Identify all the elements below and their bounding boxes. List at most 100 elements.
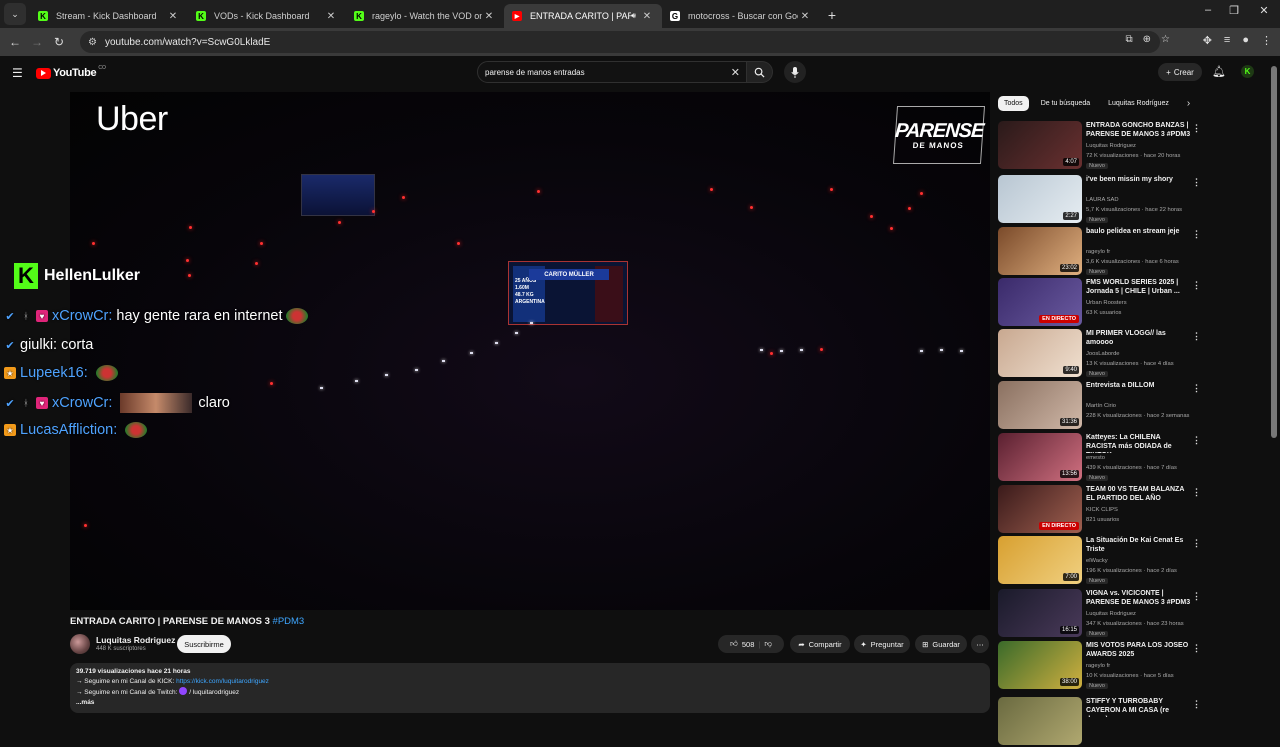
tab-search-button[interactable]: ⌄ — [4, 3, 26, 25]
description-box[interactable]: 39.719 visualizaciones hace 21 horas → S… — [70, 663, 990, 713]
recommendation-title[interactable]: FMS WORLD SERIES 2025 | Jornada 5 | CHIL… — [1086, 278, 1192, 296]
browser-tab[interactable]: K Stream - Kick Dashboard ✕ — [30, 4, 188, 28]
recommendation-channel[interactable]: rageylo fr — [1086, 249, 1110, 255]
recommendation-item[interactable]: 13:56 Katteyes: La CHILENA RACISTA más OD… — [998, 433, 1208, 483]
video-thumbnail[interactable]: 16:15 — [998, 589, 1082, 637]
video-thumbnail[interactable]: EN DIRECTO — [998, 485, 1082, 533]
video-hashtag[interactable]: #PDM3 — [273, 616, 305, 627]
site-info-icon[interactable]: ⚙ — [88, 37, 97, 48]
recommendation-title[interactable]: Katteyes: La CHILENA RACISTA más ODIADA … — [1086, 433, 1192, 453]
more-vert-icon[interactable]: ⋮ — [1192, 177, 1201, 188]
twitch-link[interactable]: / luquitarodriguez — [189, 689, 239, 696]
recommendation-channel[interactable]: Martín Cirio — [1086, 403, 1116, 409]
recommendation-title[interactable]: VIGNA vs. VICICONTE | PARENSE DE MANOS 3… — [1086, 589, 1192, 607]
recommendation-item[interactable]: 4:07 ENTRADA GONCHO BANZAS | PARENSE DE M… — [998, 121, 1208, 171]
recommendation-channel[interactable]: KICK CLIPS — [1086, 507, 1118, 513]
video-thumbnail[interactable]: 31:36 — [998, 381, 1082, 429]
more-vert-icon[interactable]: ⋮ — [1192, 280, 1201, 291]
recommendation-channel[interactable]: Luquitas Rodriguez — [1086, 143, 1136, 149]
recommendation-channel[interactable]: LAURA SAD — [1086, 197, 1119, 203]
new-tab-button[interactable]: + — [820, 3, 844, 27]
share-button[interactable]: ➦ Compartir — [790, 635, 850, 653]
channel-avatar[interactable] — [70, 634, 90, 654]
close-tab-icon[interactable]: ✕ — [640, 11, 654, 22]
save-button[interactable]: ⊞ Guardar — [915, 635, 967, 653]
video-player[interactable]: Uber PARENSE DE MANOS CARITO MÜLLER 25 A… — [70, 92, 990, 610]
more-vert-icon[interactable]: ⋮ — [1192, 487, 1201, 498]
recommendation-item[interactable]: 9:40 MI PRIMER VLOGG// las amoooo JoosLabo… — [998, 329, 1208, 379]
video-thumbnail[interactable]: 13:56 — [998, 433, 1082, 481]
browser-tab[interactable]: Gmotocross - Buscar con Google✕ — [662, 4, 820, 28]
recommendation-title[interactable]: MI PRIMER VLOGG// las amoooo — [1086, 329, 1192, 347]
browser-tab[interactable]: Krageylo - Watch the VOD on Kick✕ — [346, 4, 504, 28]
recommendation-title[interactable]: ENTRADA GONCHO BANZAS | PARENSE DE MANOS… — [1086, 121, 1192, 139]
video-thumbnail[interactable] — [998, 697, 1082, 745]
more-vert-icon[interactable]: ⋮ — [1192, 331, 1201, 342]
recommendation-title[interactable]: TEAM 00 VS TEAM BALANZA EL PARTIDO DEL A… — [1086, 485, 1192, 503]
account-avatar[interactable]: K — [1241, 65, 1254, 78]
ask-button[interactable]: ✦ Preguntar — [854, 635, 910, 653]
channel-name[interactable]: Luquitas Rodriguez — [96, 635, 175, 645]
browser-menu-icon[interactable]: ⋮ — [1261, 34, 1272, 47]
minimize-icon[interactable]: – — [1196, 4, 1220, 16]
back-icon[interactable]: ← — [4, 35, 26, 49]
voice-search-button[interactable] — [784, 61, 806, 83]
subscribe-button[interactable]: Suscribirme — [177, 635, 231, 653]
recommendation-channel[interactable]: rageylo fr — [1086, 663, 1110, 669]
bookmark-star-icon[interactable]: ☆ — [1161, 34, 1170, 45]
video-thumbnail[interactable]: 23:02 — [998, 227, 1082, 275]
chip-channel[interactable]: Luquitas Rodríguez — [1102, 96, 1175, 111]
profile-icon[interactable]: ● — [1242, 34, 1249, 47]
extensions-icon[interactable]: ✥ — [1203, 34, 1212, 47]
close-tab-icon[interactable]: ✕ — [798, 11, 812, 22]
dislike-button[interactable]: 👎︎ — [764, 639, 772, 649]
close-tab-icon[interactable]: ✕ — [166, 11, 180, 22]
chevron-right-icon[interactable]: › — [1187, 98, 1190, 109]
chip-all[interactable]: Todos — [998, 96, 1029, 111]
clear-search-icon[interactable]: ✕ — [731, 66, 740, 79]
recommendation-item[interactable]: 7:00 La Situación De Kai Cenat Es Triste e… — [998, 536, 1208, 586]
show-more-link[interactable]: ...más — [76, 698, 984, 708]
video-thumbnail[interactable]: EN DIRECTO — [998, 278, 1082, 326]
more-vert-icon[interactable]: ⋮ — [1192, 699, 1201, 710]
forward-icon[interactable]: → — [26, 35, 48, 49]
recommendation-channel[interactable]: emesto — [1086, 455, 1105, 461]
recommendation-item[interactable]: STIFFY Y TURROBABY CAYERON A MI CASA (re… — [998, 697, 1208, 747]
notifications-bell-icon[interactable]: 🔔︎ — [1212, 65, 1226, 78]
window-close-icon[interactable]: ✕ — [1252, 4, 1276, 17]
recommendation-item[interactable]: EN DIRECTO TEAM 00 VS TEAM BALANZA EL PAR… — [998, 485, 1208, 535]
search-box[interactable]: parense de manos entradas ✕ — [477, 61, 747, 83]
recommendation-title[interactable]: MIS VOTOS PARA LOS JOSEO AWARDS 2025 — [1086, 641, 1192, 659]
recommendation-title[interactable]: STIFFY Y TURROBABY CAYERON A MI CASA (re… — [1086, 697, 1192, 717]
more-vert-icon[interactable]: ⋮ — [1192, 229, 1201, 240]
recommendation-item[interactable]: 16:15 VIGNA vs. VICICONTE | PARENSE DE MA… — [998, 589, 1208, 639]
more-actions-button[interactable]: ⋯ — [971, 635, 989, 653]
recommendation-item[interactable]: EN DIRECTO FMS WORLD SERIES 2025 | Jornad… — [998, 278, 1208, 328]
video-thumbnail[interactable]: 9:40 — [998, 329, 1082, 377]
recommendation-title[interactable]: Entrevista a DILLOM — [1086, 381, 1192, 390]
recommendation-item[interactable]: 38:00 MIS VOTOS PARA LOS JOSEO AWARDS 202… — [998, 641, 1208, 691]
more-vert-icon[interactable]: ⋮ — [1192, 435, 1201, 446]
close-tab-icon[interactable]: ✕ — [482, 11, 496, 22]
browser-tab[interactable]: K VODs - Kick Dashboard ✕ — [188, 4, 346, 28]
recommendation-channel[interactable]: Luquitas Rodriguez — [1086, 611, 1136, 617]
recommendation-title[interactable]: i've been missin my shory — [1086, 175, 1192, 184]
more-vert-icon[interactable]: ⋮ — [1192, 643, 1201, 654]
video-thumbnail[interactable]: 2:27 — [998, 175, 1082, 223]
address-bar[interactable]: ⚙ youtube.com/watch?v=ScwG0LkladE — [80, 31, 1160, 53]
like-button[interactable]: 👍︎ 508 — [730, 639, 754, 649]
recommendation-item[interactable]: 2:27 i've been missin my shory LAURA SAD 5,… — [998, 175, 1208, 225]
menu-icon[interactable]: ☰ — [12, 66, 23, 80]
more-vert-icon[interactable]: ⋮ — [1192, 538, 1201, 549]
maximize-icon[interactable]: ❐ — [1222, 4, 1246, 17]
more-vert-icon[interactable]: ⋮ — [1192, 123, 1201, 134]
zoom-icon[interactable]: ⊕ — [1143, 34, 1151, 45]
page-scrollbar[interactable] — [1271, 66, 1277, 438]
search-input[interactable]: parense de manos entradas — [485, 68, 731, 77]
recommendation-item[interactable]: 31:36 Entrevista a DILLOM Martín Cirio 228 … — [998, 381, 1208, 431]
video-thumbnail[interactable]: 38:00 — [998, 641, 1082, 689]
more-vert-icon[interactable]: ⋮ — [1192, 383, 1201, 394]
recommendation-title[interactable]: La Situación De Kai Cenat Es Triste — [1086, 536, 1192, 554]
close-tab-icon[interactable]: ✕ — [324, 11, 338, 22]
search-button[interactable] — [747, 61, 773, 83]
